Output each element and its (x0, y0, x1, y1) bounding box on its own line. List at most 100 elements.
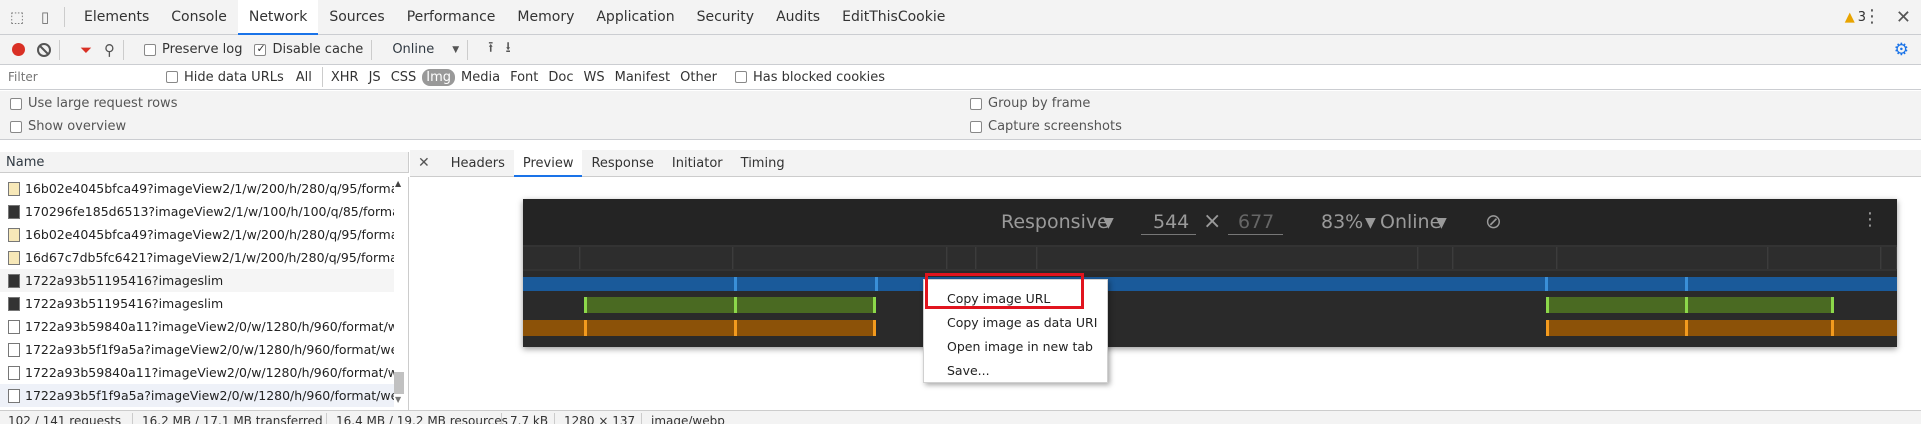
request-row[interactable]: 1722a93b59840a11?imageView2/0/w/1280/h/9… (0, 361, 395, 384)
preview-device-toolbar: Responsive ▼ 544 × 677 83% ▼ Online ▼ ⊘ … (523, 199, 1897, 245)
import-har-icon[interactable]: ⭱ (488, 37, 493, 62)
filter-type-font[interactable]: Font (506, 69, 542, 86)
filter-type-all[interactable]: All (292, 69, 316, 86)
capture-screenshots-checkbox[interactable] (970, 120, 982, 133)
request-row[interactable]: 1722a93b51195416?imageslim (0, 269, 395, 292)
device-toolbar-icon[interactable]: ▯ (34, 6, 56, 28)
image-preview[interactable]: Responsive ▼ 544 × 677 83% ▼ Online ▼ ⊘ … (523, 199, 1897, 347)
tab-timing[interactable]: Timing (732, 150, 794, 177)
disable-cache-checkbox[interactable] (254, 42, 267, 56)
close-detail-icon[interactable]: ✕ (418, 155, 430, 171)
preview-tick (1685, 297, 1688, 313)
capture-screenshots-option[interactable]: Capture screenshots (970, 119, 1122, 134)
tab-console[interactable]: Console (160, 0, 238, 35)
request-row[interactable]: 170296fe185d6513?imageView2/1/w/100/h/10… (0, 200, 395, 223)
request-name: 1722a93b5f1f9a5a?imageView2/0/w/1280/h/9… (25, 342, 395, 357)
preview-ruler-cell (1882, 247, 1897, 269)
tab-sources[interactable]: Sources (318, 0, 395, 35)
hide-data-urls-checkbox[interactable] (166, 71, 178, 83)
scroll-down-icon[interactable]: ▼ (395, 395, 401, 404)
record-icon[interactable] (12, 43, 25, 56)
request-name: 1722a93b5f1f9a5a?imageView2/0/w/1280/h/9… (25, 388, 395, 403)
filter-type-xhr[interactable]: XHR (327, 69, 363, 86)
request-name: 1722a93b59840a11?imageView2/0/w/1280/h/9… (25, 365, 395, 380)
status-divider (554, 413, 555, 424)
inspect-element-icon[interactable]: ⬚ (6, 6, 28, 28)
has-blocked-cookies-checkbox[interactable] (735, 71, 748, 83)
preview-ruler-cell (734, 247, 947, 269)
preserve-log-checkbox[interactable] (144, 43, 157, 56)
tab-network[interactable]: Network (237, 0, 319, 35)
preview-tick (734, 320, 737, 336)
list-scrollbar[interactable]: ▲ ▼ (394, 177, 404, 410)
toolbar-divider (64, 7, 65, 27)
show-overview-label: Show overview (28, 119, 127, 134)
large-rows-checkbox[interactable] (10, 97, 22, 110)
name-column-header[interactable]: Name (0, 152, 409, 173)
tab-audits[interactable]: Audits (765, 0, 831, 35)
tab-application[interactable]: Application (585, 0, 685, 35)
clear-icon[interactable] (37, 42, 51, 57)
gear-icon[interactable]: ⚙ (1894, 35, 1909, 65)
request-row-selected[interactable]: 1722a93b5f1f9a5a?imageView2/0/w/1280/h/9… (0, 384, 395, 407)
tab-preview[interactable]: Preview (513, 149, 583, 177)
search-icon[interactable]: ⚲ (104, 41, 115, 59)
menu-item-open-image-new-tab[interactable]: Open image in new tab (947, 339, 1093, 354)
filter-type-other[interactable]: Other (676, 69, 721, 86)
scroll-thumb[interactable] (394, 372, 404, 394)
request-row[interactable]: 16b02e4045bfca49?imageView2/1/w/200/h/28… (0, 177, 395, 200)
image-file-icon (8, 227, 20, 242)
warning-icon: ▲ (1844, 10, 1855, 25)
request-row[interactable]: 16b02e4045bfca49?imageView2/1/w/200/h/28… (0, 223, 395, 246)
filter-icon[interactable]: ⏷ (80, 41, 92, 59)
tab-security[interactable]: Security (686, 0, 766, 35)
group-by-frame-option[interactable]: Group by frame (970, 96, 1090, 111)
export-har-icon[interactable]: ⭳ (505, 37, 510, 62)
large-rows-option[interactable]: Use large request rows (10, 96, 177, 111)
show-overview-option[interactable]: Show overview (10, 119, 126, 134)
preview-ruler-cell (1769, 247, 1881, 269)
tab-memory[interactable]: Memory (506, 0, 585, 35)
preview-tick (1831, 297, 1834, 313)
preview-ruler-cell (1558, 247, 1768, 269)
preserve-log-label: Preserve log (162, 42, 243, 57)
preview-network: Online (1380, 211, 1442, 233)
tab-editthiscookie[interactable]: EditThisCookie (831, 0, 956, 35)
filter-type-js[interactable]: JS (365, 69, 385, 86)
filter-type-css[interactable]: CSS (387, 69, 421, 86)
detail-tab-bar: ✕ Headers Preview Response Initiator Tim… (410, 149, 1921, 177)
toolbar-divider (467, 39, 469, 60)
filter-type-media[interactable]: Media (457, 69, 504, 86)
filter-type-doc[interactable]: Doc (544, 69, 577, 86)
devtools-tab-bar: ⬚ ▯ Elements Console Network Sources Per… (0, 0, 1921, 35)
image-file-icon (8, 204, 20, 219)
menu-item-save[interactable]: Save... (947, 363, 990, 378)
filter-type-manifest[interactable]: Manifest (611, 69, 674, 86)
tab-performance[interactable]: Performance (396, 0, 507, 35)
tab-response[interactable]: Response (582, 150, 662, 177)
group-by-frame-checkbox[interactable] (970, 97, 982, 110)
close-icon[interactable]: ✕ (1896, 0, 1911, 35)
preview-tick (734, 297, 737, 313)
menu-item-copy-image-data-uri[interactable]: Copy image as data URI (947, 315, 1097, 330)
tab-initiator[interactable]: Initiator (663, 150, 732, 177)
throttling-select[interactable]: Online ▼ (392, 42, 459, 57)
request-name: 16d67c7db5fc6421?imageView2/1/w/200/h/28… (25, 250, 395, 265)
status-bar: 102 / 141 requests 16.2 MB / 17.1 MB tra… (0, 410, 1921, 424)
preview-ruler-cell (1419, 247, 1453, 269)
filter-type-img[interactable]: Img (422, 68, 456, 86)
filter-type-ws[interactable]: WS (580, 69, 609, 86)
request-row[interactable]: 1722a93b59840a11?imageView2/0/w/1280/h/9… (0, 315, 395, 338)
scroll-up-icon[interactable]: ▲ (395, 179, 401, 188)
request-row[interactable]: 16d67c7db5fc6421?imageView2/1/w/200/h/28… (0, 246, 395, 269)
tab-headers[interactable]: Headers (442, 150, 514, 177)
preview-green-band (1546, 297, 1834, 313)
tab-elements[interactable]: Elements (73, 0, 160, 35)
chevron-down-icon: ▼ (452, 44, 460, 55)
request-row[interactable]: 1722a93b5f1f9a5a?imageView2/0/w/1280/h/9… (0, 338, 395, 361)
more-options-icon[interactable]: ⋮ (1863, 0, 1881, 35)
filter-input[interactable] (4, 67, 154, 87)
request-row[interactable]: 1722a93b51195416?imageslim (0, 292, 395, 315)
show-overview-checkbox[interactable] (10, 120, 22, 133)
preview-tick (734, 277, 737, 291)
